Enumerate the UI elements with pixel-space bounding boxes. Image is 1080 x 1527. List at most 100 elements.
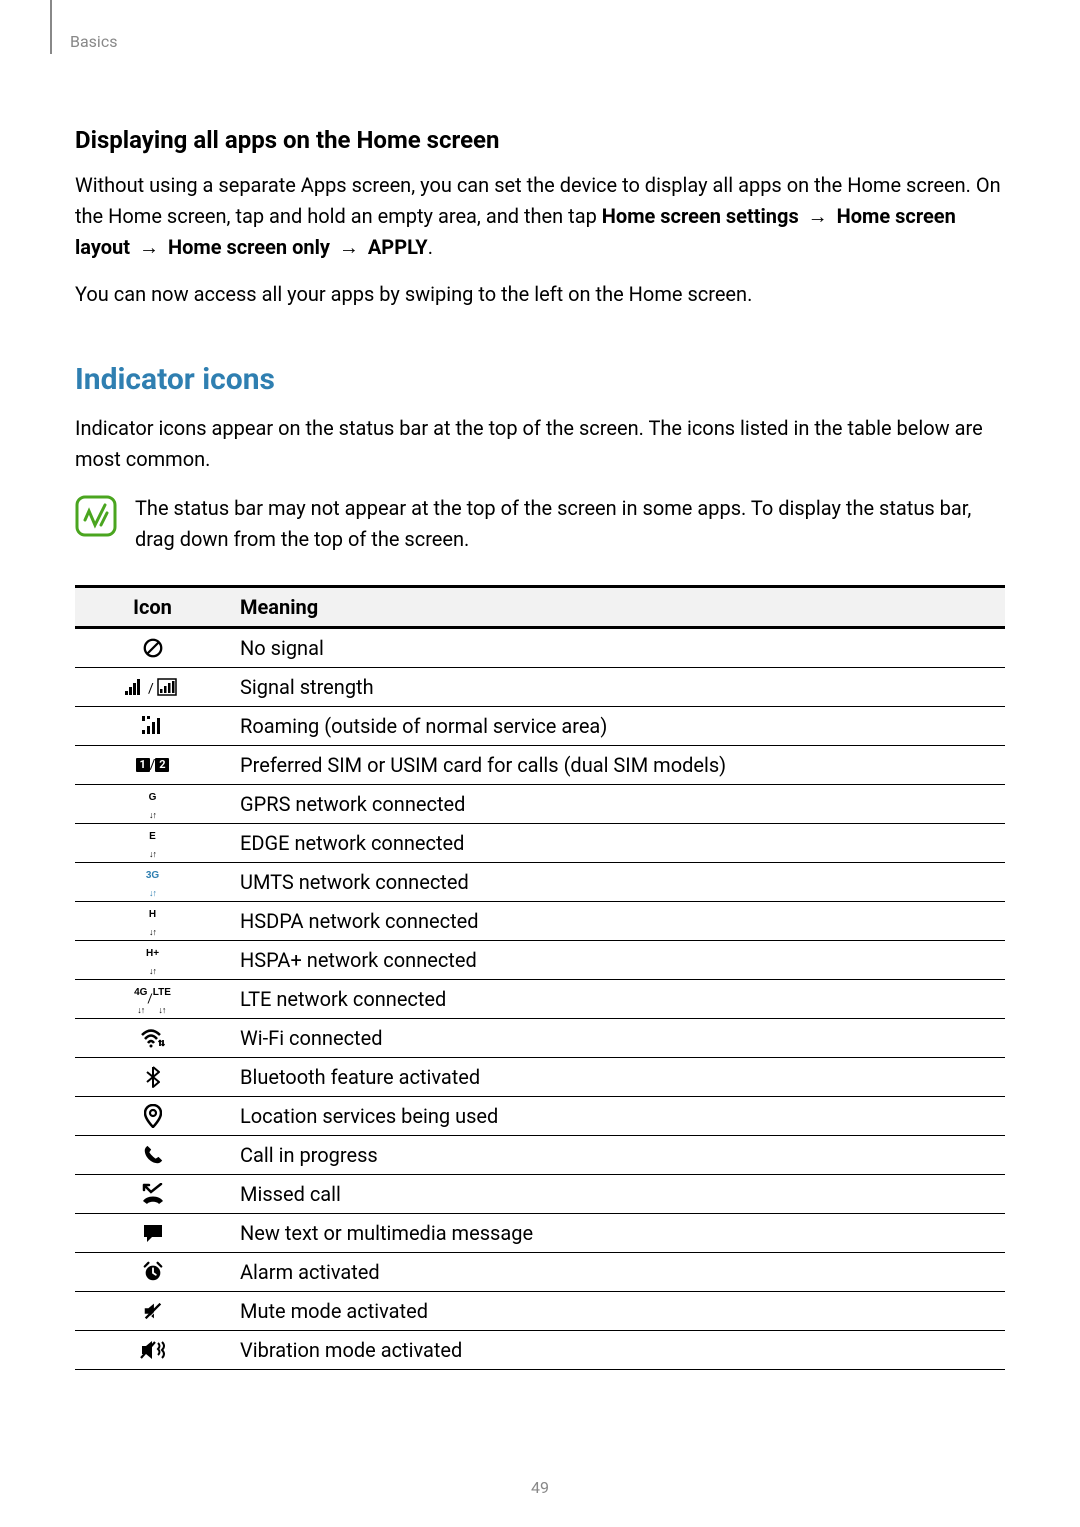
- meaning-cell: Vibration mode activated: [230, 1331, 1005, 1370]
- umts-icon: 3G↓↑: [85, 870, 220, 894]
- table-row: Vibration mode activated: [75, 1331, 1005, 1370]
- table-row: Wi-Fi connected: [75, 1019, 1005, 1058]
- no-signal-cell: [75, 628, 230, 668]
- meaning-cell: New text or multimedia message: [230, 1214, 1005, 1253]
- alarm-cell: [75, 1253, 230, 1292]
- bluetooth-icon: [85, 1065, 220, 1089]
- meaning-cell: LTE network connected: [230, 980, 1005, 1019]
- sim-pref-cell: 1 / 2: [75, 746, 230, 785]
- table-row: Call in progress: [75, 1136, 1005, 1175]
- hsdpa-icon: H↓↑: [85, 909, 220, 933]
- table-row: Roaming (outside of normal service area): [75, 707, 1005, 746]
- wifi-icon: [85, 1026, 220, 1050]
- no-signal-icon: [85, 636, 220, 660]
- note-icon: [75, 495, 117, 537]
- header-tick: [50, 0, 52, 54]
- meaning-cell: Mute mode activated: [230, 1292, 1005, 1331]
- table-row: 4G↓↑ / LTE↓↑ LTE network connected: [75, 980, 1005, 1019]
- vibrate-cell: [75, 1331, 230, 1370]
- location-cell: [75, 1097, 230, 1136]
- breadcrumb: Basics: [70, 32, 1005, 51]
- arrow-icon: →: [799, 204, 837, 228]
- page-number: 49: [0, 1478, 1080, 1497]
- message-icon: [85, 1221, 220, 1245]
- th-icon: Icon: [75, 587, 230, 628]
- table-row: G↓↑ GPRS network connected: [75, 785, 1005, 824]
- page-content: Basics Displaying all apps on the Home s…: [0, 0, 1080, 1400]
- wifi-cell: [75, 1019, 230, 1058]
- indicator-icons-table: Icon Meaning No signal / Signal strength…: [75, 585, 1005, 1370]
- table-row: Location services being used: [75, 1097, 1005, 1136]
- signal-strength-icon: /: [85, 675, 220, 699]
- table-row: 1 / 2 Preferred SIM or USIM card for cal…: [75, 746, 1005, 785]
- svg-text:/: /: [148, 681, 154, 697]
- para-displaying-2: You can now access all your apps by swip…: [75, 279, 1005, 310]
- meaning-cell: Missed call: [230, 1175, 1005, 1214]
- meaning-cell: Alarm activated: [230, 1253, 1005, 1292]
- signal-strength-cell: /: [75, 668, 230, 707]
- table-row: New text or multimedia message: [75, 1214, 1005, 1253]
- note-text: The status bar may not appear at the top…: [135, 493, 1005, 555]
- gprs-icon: G↓↑: [85, 792, 220, 816]
- arrow-icon: →: [330, 235, 368, 259]
- call-icon: [85, 1143, 220, 1167]
- note-callout: The status bar may not appear at the top…: [75, 493, 1005, 555]
- roaming-cell: [75, 707, 230, 746]
- umts-cell: 3G↓↑: [75, 863, 230, 902]
- meaning-cell: EDGE network connected: [230, 824, 1005, 863]
- meaning-cell: Preferred SIM or USIM card for calls (du…: [230, 746, 1005, 785]
- section-title-indicator-icons: Indicator icons: [75, 362, 1005, 397]
- table-row: Alarm activated: [75, 1253, 1005, 1292]
- meaning-cell: UMTS network connected: [230, 863, 1005, 902]
- lte-cell: 4G↓↑ / LTE↓↑: [75, 980, 230, 1019]
- bold-home-screen-only: Home screen only: [168, 235, 330, 259]
- meaning-cell: Location services being used: [230, 1097, 1005, 1136]
- message-cell: [75, 1214, 230, 1253]
- call-cell: [75, 1136, 230, 1175]
- bold-home-screen-settings: Home screen settings: [602, 204, 799, 228]
- edge-cell: E↓↑: [75, 824, 230, 863]
- missed-call-icon: [85, 1182, 220, 1206]
- mute-icon: [85, 1299, 220, 1323]
- table-row: / Signal strength: [75, 668, 1005, 707]
- alarm-icon: [85, 1260, 220, 1284]
- hspap-icon: H+↓↑: [85, 948, 220, 972]
- meaning-cell: Roaming (outside of normal service area): [230, 707, 1005, 746]
- section-title-displaying-apps: Displaying all apps on the Home screen: [75, 126, 1005, 154]
- meaning-cell: Call in progress: [230, 1136, 1005, 1175]
- hsdpa-cell: H↓↑: [75, 902, 230, 941]
- meaning-cell: HSPA+ network connected: [230, 941, 1005, 980]
- missed-call-cell: [75, 1175, 230, 1214]
- period: .: [428, 235, 433, 259]
- table-row: E↓↑ EDGE network connected: [75, 824, 1005, 863]
- vibrate-icon: [85, 1338, 220, 1362]
- table-row: Missed call: [75, 1175, 1005, 1214]
- table-row: Mute mode activated: [75, 1292, 1005, 1331]
- arrow-icon: →: [130, 235, 168, 259]
- location-icon: [85, 1104, 220, 1128]
- meaning-cell: HSDPA network connected: [230, 902, 1005, 941]
- bluetooth-cell: [75, 1058, 230, 1097]
- th-meaning: Meaning: [230, 587, 1005, 628]
- gprs-cell: G↓↑: [75, 785, 230, 824]
- table-row: H+↓↑ HSPA+ network connected: [75, 941, 1005, 980]
- meaning-cell: Wi-Fi connected: [230, 1019, 1005, 1058]
- meaning-cell: Bluetooth feature activated: [230, 1058, 1005, 1097]
- bold-apply: APPLY: [368, 235, 428, 259]
- roaming-icon: [85, 714, 220, 738]
- para-displaying-1: Without using a separate Apps screen, yo…: [75, 170, 1005, 263]
- para-indicator-intro: Indicator icons appear on the status bar…: [75, 413, 1005, 475]
- hspap-cell: H+↓↑: [75, 941, 230, 980]
- mute-cell: [75, 1292, 230, 1331]
- meaning-cell: No signal: [230, 628, 1005, 668]
- table-row: H↓↑ HSDPA network connected: [75, 902, 1005, 941]
- sim-pref-icon: 1 / 2: [85, 753, 220, 777]
- edge-icon: E↓↑: [85, 831, 220, 855]
- lte-icon: 4G↓↑ / LTE↓↑: [85, 987, 220, 1011]
- table-row: Bluetooth feature activated: [75, 1058, 1005, 1097]
- meaning-cell: GPRS network connected: [230, 785, 1005, 824]
- table-row: 3G↓↑ UMTS network connected: [75, 863, 1005, 902]
- table-row: No signal: [75, 628, 1005, 668]
- table-header-row: Icon Meaning: [75, 587, 1005, 628]
- meaning-cell: Signal strength: [230, 668, 1005, 707]
